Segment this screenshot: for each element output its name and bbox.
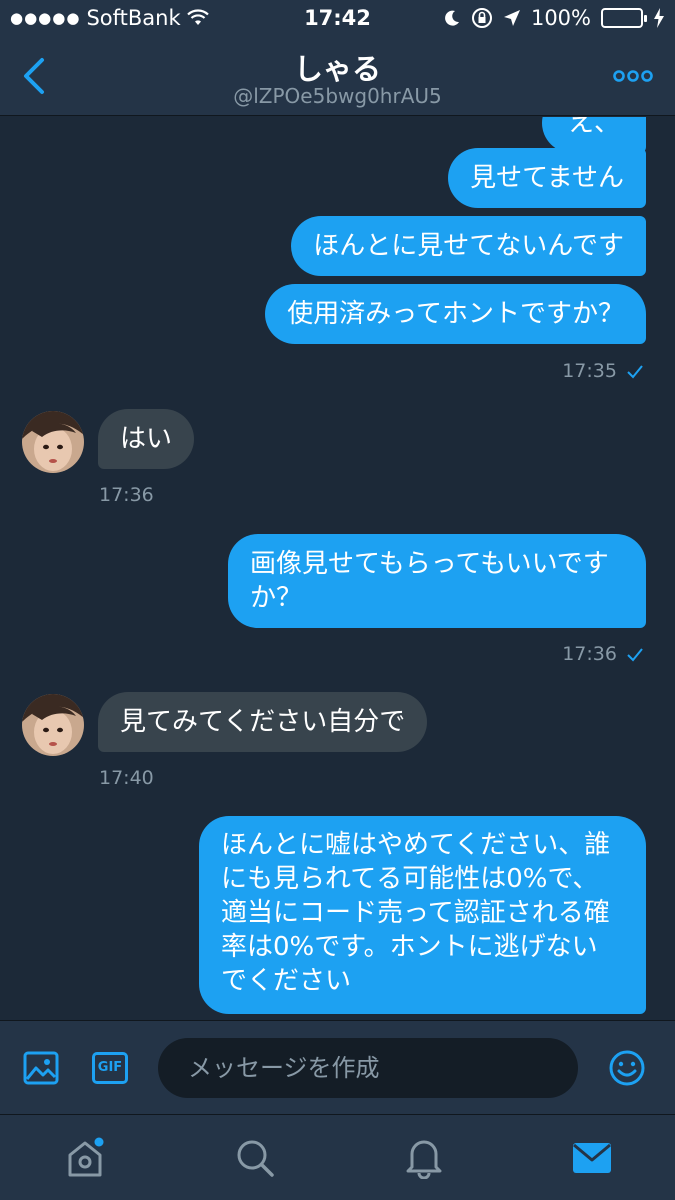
message-input[interactable]: メッセージを作成: [158, 1038, 578, 1098]
mail-icon: [573, 1143, 611, 1173]
message-input-placeholder: メッセージを作成: [188, 1054, 380, 1082]
sent-message[interactable]: ほんとに見せてないんです: [291, 216, 646, 276]
rotation-lock-icon: [471, 8, 492, 28]
message-timestamp: 17:36: [99, 484, 154, 506]
message-text-line: 率は0%です。ホントに逃げない: [221, 932, 598, 962]
avatar[interactable]: [22, 694, 84, 756]
message-text-line: 画像見せてもらってもいいです: [250, 549, 609, 579]
message-text: え、: [567, 117, 620, 138]
avatar[interactable]: [22, 411, 84, 473]
tab-search[interactable]: [234, 1137, 276, 1179]
bell-icon: [406, 1140, 442, 1180]
sent-message[interactable]: 画像見せてもらってもいいです か？: [228, 534, 646, 628]
read-check-icon: [627, 364, 643, 378]
gif-label: GIF: [97, 1060, 123, 1075]
message-timestamp: 17:35: [562, 360, 643, 382]
gif-icon[interactable]: GIF: [92, 1052, 128, 1084]
sent-message[interactable]: 使用済みってホントですか？: [265, 284, 646, 344]
received-message[interactable]: はい: [98, 409, 195, 469]
message-text: 見てみてください自分で: [120, 707, 406, 737]
read-check-icon: [627, 647, 643, 661]
status-right: 100%: [443, 6, 665, 30]
emoji-icon[interactable]: [608, 1049, 646, 1087]
message-text: 見せてません: [470, 163, 624, 193]
message-text-line: でください: [221, 966, 352, 996]
home-icon: [68, 1137, 104, 1177]
status-bar: ●●●●● SoftBank 17:42 100%: [0, 0, 675, 38]
message-text-line: にも見られてる可能性は0%で、: [221, 864, 599, 894]
search-icon: [237, 1140, 274, 1177]
received-message[interactable]: 見てみてください自分で: [98, 692, 428, 752]
sent-message[interactable]: 見せてません: [448, 148, 646, 208]
location-arrow-icon: [503, 10, 520, 26]
timestamp-text: 17:36: [562, 643, 617, 665]
more-dots-icon[interactable]: [613, 66, 653, 86]
charging-bolt-icon: [654, 8, 664, 28]
moon-icon: [445, 10, 459, 26]
message-text-line: ほんとに嘘はやめてください、誰: [221, 830, 611, 860]
tab-messages[interactable]: [571, 1139, 613, 1177]
message-timestamp: 17:40: [99, 767, 154, 789]
timestamp-text: 17:40: [99, 767, 154, 789]
conversation-header: しゃる @lZPOe5bwg0hrAU5: [0, 38, 675, 116]
tab-notifications[interactable]: [403, 1135, 445, 1180]
sent-message[interactable]: ほんとに嘘はやめてください、誰 にも見られてる可能性は0%で、 適当にコード売っ…: [199, 816, 646, 1014]
tab-bar: [0, 1114, 675, 1200]
timestamp-text: 17:36: [99, 484, 154, 506]
battery-icon: [601, 8, 647, 28]
conversation-name[interactable]: しゃる: [0, 46, 675, 88]
message-text: はい: [120, 424, 173, 454]
battery-percent: 100%: [530, 6, 591, 30]
message-text-line: か？: [250, 583, 303, 613]
tab-home[interactable]: [64, 1137, 106, 1179]
timestamp-text: 17:35: [562, 360, 617, 382]
conversation-handle: @lZPOe5bwg0hrAU5: [233, 84, 442, 108]
compose-bar: GIF メッセージを作成: [0, 1020, 675, 1114]
image-icon[interactable]: [23, 1051, 59, 1085]
message-timestamp: 17:36: [562, 643, 643, 665]
message-text: ほんとに見せてないんです: [313, 231, 624, 261]
message-text: 使用済みってホントですか？: [287, 299, 624, 329]
message-text-line: 適当にコード売って認証される確: [221, 898, 610, 928]
message-list[interactable]: え、 見せてません ほんとに見せてないんです 使用済みってホントですか？ 17:…: [0, 117, 675, 1020]
